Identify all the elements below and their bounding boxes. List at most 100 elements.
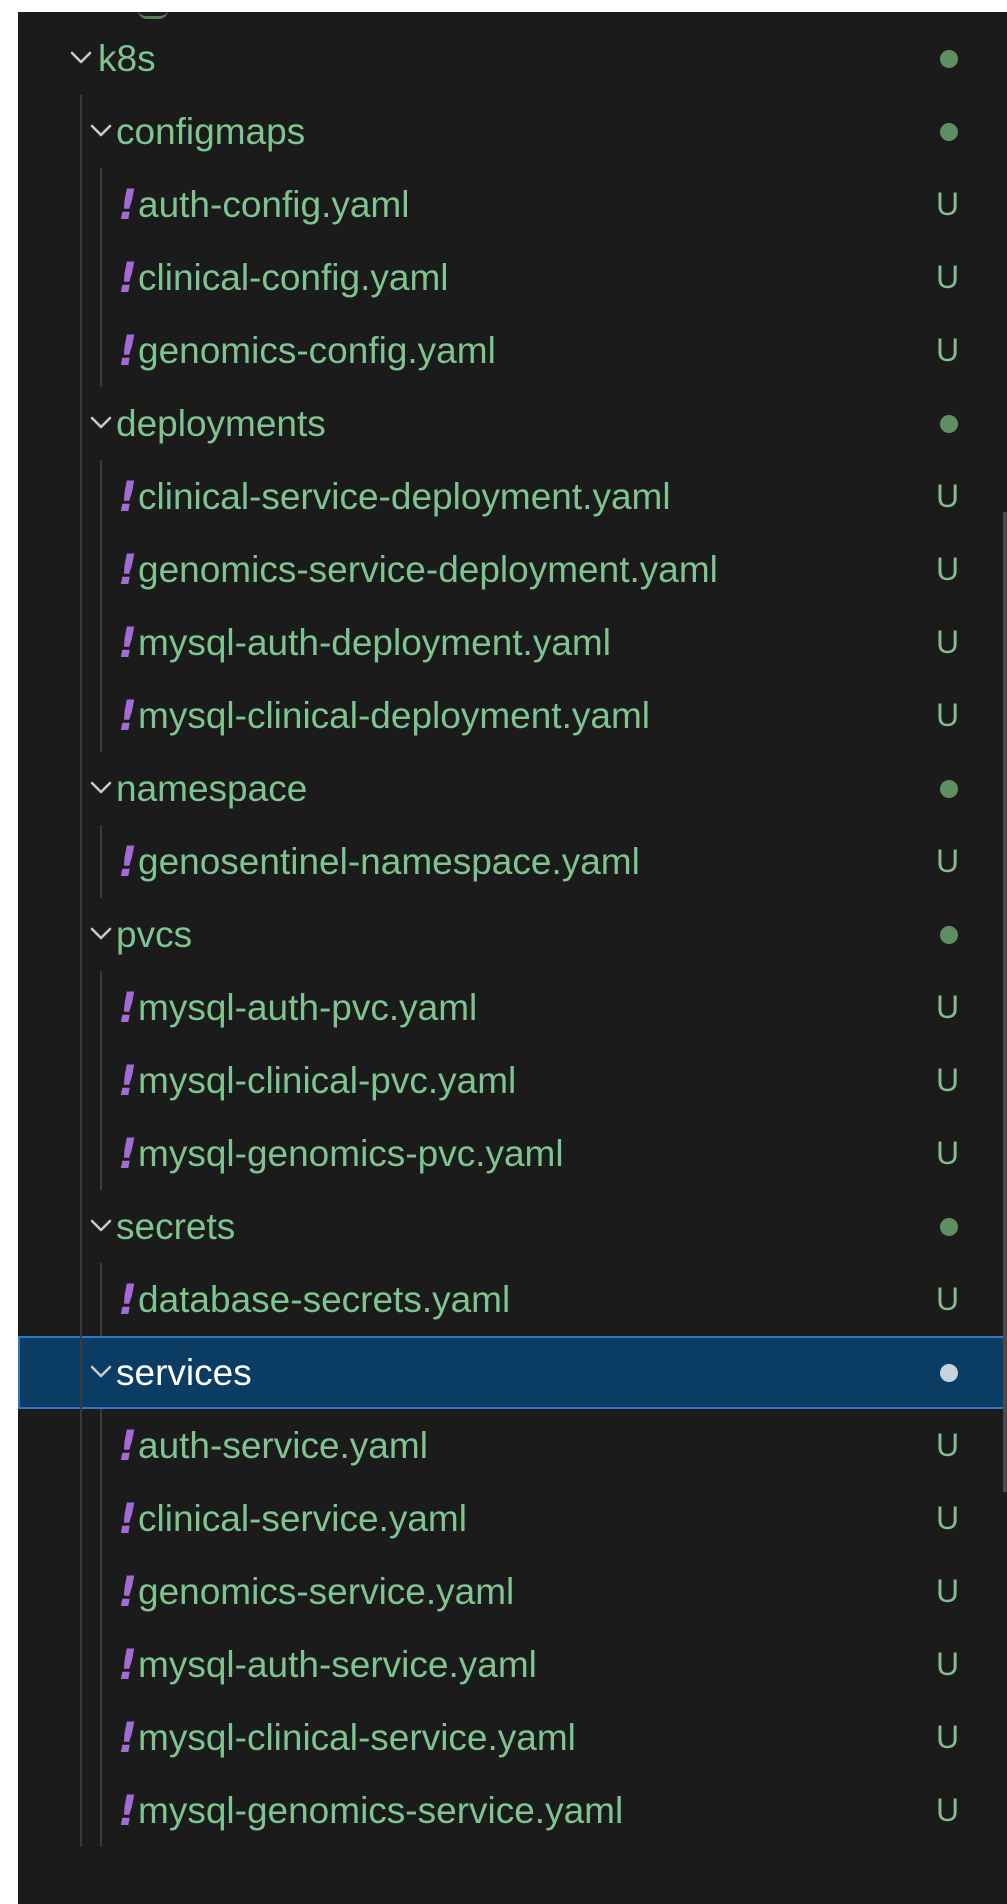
yaml-file-icon: ! [118, 1275, 138, 1324]
file-item[interactable]: ! database-secrets.yaml U [18, 1263, 1007, 1336]
indent-guide [100, 1409, 102, 1847]
yaml-file-icon: ! [118, 837, 138, 886]
file-item[interactable]: ! clinical-service-deployment.yaml U [18, 460, 1007, 533]
yaml-file-icon: ! [118, 1129, 138, 1178]
folder-namespace[interactable]: namespace [18, 752, 1007, 825]
git-status-badge: U [936, 1500, 960, 1536]
yaml-file-icon: ! [118, 1494, 138, 1543]
folder-label: namespace [116, 768, 308, 809]
file-item[interactable]: ! genomics-service.yaml U [18, 1555, 1007, 1628]
chevron-down-icon[interactable] [68, 45, 94, 71]
yaml-file-icon: ! [118, 618, 138, 667]
git-status-badge: U [936, 989, 960, 1025]
indent-guide [100, 825, 102, 898]
chevron-down-icon[interactable] [88, 1359, 114, 1385]
chevron-down-icon[interactable] [88, 1213, 114, 1239]
file-item[interactable]: ! mysql-clinical-pvc.yaml U [18, 1044, 1007, 1117]
file-label: mysql-genomics-pvc.yaml [138, 1133, 564, 1174]
file-item[interactable]: ! mysql-auth-pvc.yaml U [18, 971, 1007, 1044]
git-status-badge: U [936, 478, 960, 514]
indent-guide [100, 1263, 102, 1336]
git-status-badge: U [936, 1135, 960, 1171]
file-item[interactable]: ! mysql-clinical-deployment.yaml U [18, 679, 1007, 752]
partial-row-above [138, 12, 168, 19]
yaml-file-icon: ! [118, 1713, 138, 1762]
file-label: mysql-genomics-service.yaml [138, 1790, 624, 1831]
folder-label: pvcs [116, 914, 193, 955]
folder-configmaps[interactable]: configmaps [18, 95, 1007, 168]
git-status-badge: U [936, 1573, 960, 1609]
folder-deployments[interactable]: deployments [18, 387, 1007, 460]
file-item[interactable]: ! clinical-service.yaml U [18, 1482, 1007, 1555]
yaml-file-icon: ! [118, 1786, 138, 1835]
indent-guide [100, 460, 102, 752]
folder-services[interactable]: services [18, 1336, 1007, 1409]
vertical-scrollbar[interactable] [1003, 512, 1007, 1492]
chevron-down-icon[interactable] [88, 775, 114, 801]
folder-label: k8s [98, 38, 156, 79]
file-item[interactable]: ! auth-service.yaml U [18, 1409, 1007, 1482]
yaml-file-icon: ! [118, 545, 138, 594]
file-label: mysql-clinical-pvc.yaml [138, 1060, 517, 1101]
yaml-file-icon: ! [118, 1567, 138, 1616]
file-label: auth-service.yaml [138, 1425, 428, 1466]
file-item[interactable]: ! mysql-genomics-pvc.yaml U [18, 1117, 1007, 1190]
folder-label: configmaps [116, 111, 306, 152]
git-status-badge: U [936, 186, 960, 222]
folder-pvcs[interactable]: pvcs [18, 898, 1007, 971]
file-item[interactable]: ! clinical-config.yaml U [18, 241, 1007, 314]
file-label: clinical-config.yaml [138, 257, 449, 298]
file-label: mysql-auth-service.yaml [138, 1644, 537, 1685]
file-item[interactable]: ! genomics-config.yaml U [18, 314, 1007, 387]
yaml-file-icon: ! [118, 326, 138, 375]
git-status-badge: U [936, 1792, 960, 1828]
file-item[interactable]: ! mysql-auth-service.yaml U [18, 1628, 1007, 1701]
git-status-badge: U [936, 259, 960, 295]
file-label: genomics-config.yaml [138, 330, 496, 371]
git-status-badge: U [936, 624, 960, 660]
yaml-file-icon: ! [118, 180, 138, 229]
git-status-badge: U [936, 551, 960, 587]
indent-guide [100, 971, 102, 1190]
indent-guide [100, 168, 102, 387]
git-status-badge: U [936, 843, 960, 879]
modified-dot-icon [940, 1218, 958, 1236]
file-label: genosentinel-namespace.yaml [138, 841, 640, 882]
chevron-down-icon[interactable] [88, 921, 114, 947]
file-explorer: k8s configmaps! auth-config.yaml U! clinical… [18, 12, 1007, 1904]
file-label: clinical-service-deployment.yaml [138, 476, 671, 517]
file-label: mysql-auth-deployment.yaml [138, 622, 611, 663]
git-status-badge: U [936, 697, 960, 733]
file-item[interactable]: ! mysql-clinical-service.yaml U [18, 1701, 1007, 1774]
file-item[interactable]: ! genomics-service-deployment.yaml U [18, 533, 1007, 606]
chevron-down-icon[interactable] [88, 118, 114, 144]
yaml-file-icon: ! [118, 472, 138, 521]
git-status-badge: U [936, 1646, 960, 1682]
git-status-badge: U [936, 332, 960, 368]
folder-label: services [116, 1352, 252, 1393]
file-label: mysql-clinical-service.yaml [138, 1717, 576, 1758]
file-item[interactable]: ! mysql-genomics-service.yaml U [18, 1774, 1007, 1847]
modified-dot-icon [940, 50, 958, 68]
folder-label: deployments [116, 403, 326, 444]
file-label: genomics-service-deployment.yaml [138, 549, 718, 590]
git-status-badge: U [936, 1281, 960, 1317]
folder-label: secrets [116, 1206, 236, 1247]
file-label: database-secrets.yaml [138, 1279, 511, 1320]
yaml-file-icon: ! [118, 253, 138, 302]
yaml-file-icon: ! [118, 983, 138, 1032]
folder-secrets[interactable]: secrets [18, 1190, 1007, 1263]
file-item[interactable]: ! auth-config.yaml U [18, 168, 1007, 241]
file-label: mysql-clinical-deployment.yaml [138, 695, 650, 736]
git-status-badge: U [936, 1719, 960, 1755]
yaml-file-icon: ! [118, 1640, 138, 1689]
modified-dot-icon [940, 926, 958, 944]
git-status-badge: U [936, 1062, 960, 1098]
chevron-down-icon[interactable] [88, 410, 114, 436]
modified-dot-icon [940, 1364, 958, 1382]
yaml-file-icon: ! [118, 691, 138, 740]
folder-k8s[interactable]: k8s [18, 22, 1007, 95]
file-item[interactable]: ! mysql-auth-deployment.yaml U [18, 606, 1007, 679]
file-item[interactable]: ! genosentinel-namespace.yaml U [18, 825, 1007, 898]
modified-dot-icon [940, 780, 958, 798]
